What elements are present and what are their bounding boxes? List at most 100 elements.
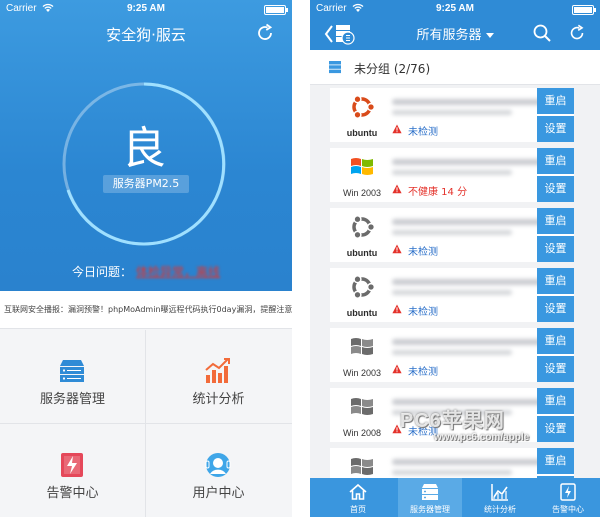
warning-icon — [392, 244, 402, 254]
os-name: ubuntu — [346, 128, 378, 138]
server-status: 未检测 — [408, 127, 438, 138]
status-bar: Carrier 9:25 AM — [310, 0, 600, 18]
tile-label: 用户中心 — [192, 486, 245, 501]
os-name: Win 2003 — [342, 188, 382, 198]
server-info-redacted — [392, 290, 512, 295]
pm-label: 服务器PM2.5 — [103, 175, 189, 193]
settings-button[interactable]: 设置 — [537, 236, 574, 262]
status-time: 9:25 AM — [127, 3, 165, 14]
row-actions: 重启 设置 — [537, 448, 574, 478]
server-status: 未检测 — [408, 367, 438, 378]
server-address-redacted — [392, 159, 542, 165]
tab-home[interactable]: 首页 — [328, 478, 388, 517]
tile-alert-center[interactable]: 告警中心 — [0, 424, 145, 517]
os-name: ubuntu — [346, 308, 378, 318]
grid-divider — [0, 423, 292, 424]
ubuntu-icon — [352, 275, 376, 299]
row-actions: 重启 设置 — [537, 268, 574, 322]
ubuntu-logo: ubuntu — [338, 92, 386, 138]
windows-icon — [351, 458, 373, 475]
refresh-button[interactable] — [567, 23, 587, 43]
server-group-icon — [329, 61, 341, 74]
ubuntu-icon — [352, 95, 376, 119]
tile-label: 服务器管理 — [39, 392, 105, 407]
issue-link[interactable]: 体检异常，离线 — [136, 265, 220, 279]
home-icon — [349, 483, 367, 500]
tile-user-center[interactable]: 用户中心 — [146, 424, 291, 517]
chart-icon — [491, 484, 508, 501]
status-time: 9:25 AM — [436, 3, 474, 14]
server-row[interactable]: ubuntu 未检测 重启 设置 — [330, 208, 574, 262]
os-name: Win 2003 — [342, 368, 382, 378]
server-filter-dropdown[interactable]: 所有服务器 — [310, 24, 600, 43]
refresh-button[interactable] — [254, 22, 276, 44]
issue-label: 今日问题： — [71, 265, 132, 279]
server-row[interactable]: ubuntu 未检测 重启 设置 — [330, 88, 574, 142]
settings-button[interactable]: 设置 — [537, 176, 574, 202]
alert-icon — [560, 483, 576, 501]
windows-icon — [351, 398, 373, 415]
windows-logo: Win 2003 — [338, 332, 386, 378]
group-header[interactable]: 未分组 (2/76) — [310, 50, 600, 85]
ubuntu-icon — [352, 215, 376, 239]
tab-label: 首页 — [350, 505, 366, 514]
security-ticker[interactable]: 互联网安全播报：漏洞预警！phpMoAdmin曝远程代码执行0day漏洞，提醒注… — [0, 291, 292, 329]
tab-alert-center[interactable]: 告警中心 — [538, 478, 598, 517]
tab-label: 服务器管理 — [410, 505, 450, 514]
server-row[interactable]: Win 2003 不健康 14 分 重启 设置 — [330, 148, 574, 202]
chart-icon — [205, 358, 230, 383]
windows-logo: Win 2008 — [338, 392, 386, 438]
page-title: 所有服务器 — [416, 28, 482, 43]
restart-button[interactable]: 重启 — [537, 328, 574, 354]
server-info-redacted — [392, 230, 512, 235]
status-bar: Carrier 9:25 AM — [0, 0, 292, 18]
settings-button[interactable]: 设置 — [537, 116, 574, 142]
server-row[interactable]: ubuntu 未检测 重启 设置 — [330, 268, 574, 322]
restart-button[interactable]: 重启 — [537, 448, 574, 474]
search-button[interactable] — [532, 23, 552, 43]
air-grade: 良 — [122, 123, 166, 174]
tab-statistics[interactable]: 统计分析 — [470, 478, 530, 517]
settings-button[interactable]: 设置 — [537, 296, 574, 322]
hero-panel: Carrier 9:25 AM 安全狗·服云 良 服务器PM2.5 今日问题： 体… — [0, 0, 292, 291]
tile-label: 统计分析 — [192, 392, 245, 407]
restart-button[interactable]: 重启 — [537, 208, 574, 234]
settings-button[interactable]: 设置 — [537, 356, 574, 382]
row-actions: 重启 设置 — [537, 328, 574, 382]
restart-button[interactable]: 重启 — [537, 88, 574, 114]
warning-icon — [392, 364, 402, 374]
refresh-icon — [570, 24, 584, 40]
server-row[interactable]: 重启 设置 — [330, 448, 574, 478]
tab-label: 告警中心 — [552, 505, 584, 514]
tab-server-management[interactable]: 服务器管理 — [398, 478, 462, 517]
user-icon — [205, 453, 231, 477]
ubuntu-logo: ubuntu — [338, 272, 386, 318]
left-screen: Carrier 9:25 AM 安全狗·服云 良 服务器PM2.5 今日问题： 体… — [0, 0, 292, 517]
server-address-redacted — [392, 459, 542, 465]
windows-icon — [351, 338, 373, 355]
warning-icon — [392, 124, 402, 134]
server-icon — [422, 484, 438, 500]
warning-icon — [392, 184, 402, 194]
search-icon — [533, 24, 551, 42]
nav-bar: Carrier 9:25 AM 所有服务器 — [310, 0, 600, 50]
row-actions: 重启 设置 — [537, 148, 574, 202]
windows-logo — [338, 452, 386, 478]
battery-icon — [264, 5, 288, 15]
today-issue: 今日问题： 体检异常，离线 — [0, 263, 292, 280]
tile-statistics[interactable]: 统计分析 — [146, 330, 291, 423]
tile-server-management[interactable]: 服务器管理 — [0, 330, 145, 423]
server-address-redacted — [392, 219, 542, 225]
watermark-url: www.pc6.com/apple — [434, 432, 530, 443]
ubuntu-logo: ubuntu — [338, 212, 386, 258]
caret-down-icon — [485, 33, 494, 38]
group-label: 未分组 (2/76) — [354, 62, 431, 76]
server-row[interactable]: Win 2003 未检测 重启 设置 — [330, 328, 574, 382]
tab-label: 统计分析 — [484, 505, 516, 514]
server-status: 不健康 14 分 — [408, 187, 468, 198]
restart-button[interactable]: 重启 — [537, 268, 574, 294]
server-info-redacted — [392, 350, 512, 355]
page-title: 安全狗·服云 — [106, 26, 186, 44]
row-actions: 重启 设置 — [537, 208, 574, 262]
restart-button[interactable]: 重启 — [537, 148, 574, 174]
